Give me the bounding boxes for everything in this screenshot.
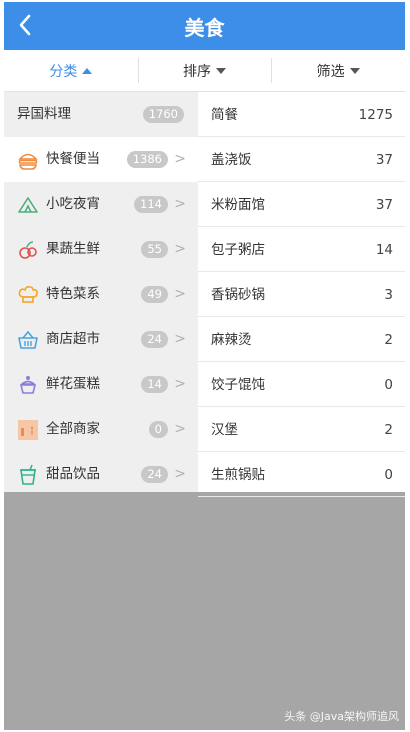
subcategory-label: 简餐: [211, 107, 238, 123]
count-badge: 14: [141, 376, 168, 393]
app-frame: 美食 分类 排序 筛选 异国料理 1760 快餐便当 1386 > 小吃夜宵 114 > 果蔬生鲜 5…: [4, 2, 405, 730]
subcategory-count: 14: [375, 242, 393, 258]
subcategory-count: 0: [384, 377, 393, 393]
caret-up-icon: [82, 67, 93, 74]
category-item[interactable]: 特色菜系 49 >: [4, 272, 198, 317]
category-label: 小吃夜宵: [46, 196, 100, 212]
subcategory-item[interactable]: 盖浇饭 37: [198, 137, 405, 182]
filter-tab-label: 筛选: [316, 63, 345, 80]
filter-tab-1[interactable]: 排序: [137, 50, 272, 91]
count-badge: 0: [148, 421, 168, 438]
caret-down-icon: [349, 67, 360, 74]
cake-icon: [17, 374, 39, 396]
subcategory-count: 1275: [358, 107, 393, 123]
chevron-right-icon: >: [174, 376, 186, 392]
category-item[interactable]: 甜品饮品 24 >: [4, 452, 198, 497]
subcategory-label: 香锅砂锅: [211, 287, 265, 303]
burger-icon: [17, 149, 39, 171]
subcategory-item[interactable]: 包子粥店 14: [198, 227, 405, 272]
subcategory-item[interactable]: 汉堡 2: [198, 407, 405, 452]
category-label: 快餐便当: [46, 151, 100, 167]
chef-hat-icon: [17, 284, 39, 306]
subcategory-count: 2: [384, 422, 393, 438]
subcategory-label: 盖浇饭: [211, 152, 252, 168]
subcategory-count: 37: [375, 152, 393, 168]
basket-icon: [17, 329, 39, 351]
count-badge: 1760: [142, 106, 184, 123]
count-badge: 24: [141, 331, 168, 348]
subcategory-count: 3: [384, 287, 393, 303]
watermark: 头条 @Java架构师追风: [284, 710, 399, 723]
chevron-right-icon: >: [174, 241, 186, 257]
category-label: 全部商家: [46, 421, 100, 437]
category-item[interactable]: 快餐便当 1386 >: [4, 137, 198, 182]
subcategory-count: 0: [384, 467, 393, 483]
count-badge: 49: [141, 286, 168, 303]
category-label: 甜品饮品: [46, 466, 100, 482]
chevron-right-icon: >: [174, 421, 186, 437]
caret-down-icon: [216, 67, 226, 74]
subcategory-label: 米粉面馆: [211, 197, 265, 213]
chevron-right-icon: >: [174, 286, 186, 302]
store-icon: [17, 419, 39, 441]
subcategory-label: 饺子馄饨: [211, 377, 265, 393]
subcategory-item[interactable]: 生煎锅贴 0: [198, 452, 405, 497]
category-label: 特色菜系: [46, 286, 100, 302]
category-label: 异国料理: [17, 106, 71, 122]
filter-bar: 分类 排序 筛选: [4, 50, 405, 92]
subcategory-item[interactable]: 简餐 1275: [198, 92, 405, 137]
subcategory-label: 生煎锅贴: [211, 467, 265, 483]
category-item[interactable]: 全部商家 0 >: [4, 407, 198, 452]
filter-tab-label: 排序: [183, 63, 211, 80]
count-badge: 1386: [126, 151, 168, 168]
subcategory-count: 2: [384, 332, 393, 348]
category-item[interactable]: 果蔬生鲜 55 >: [4, 227, 198, 272]
subcategory-label: 汉堡: [211, 422, 238, 438]
subcategory-list: 简餐 1275 盖浇饭 37 米粉面馆 37 包子粥店 14 香锅砂锅 3 麻辣烫 2 饺子馄饨 0 汉堡 2…: [198, 92, 405, 497]
subcategory-item[interactable]: 香锅砂锅 3: [198, 272, 405, 317]
count-badge: 114: [134, 196, 168, 213]
category-label: 果蔬生鲜: [46, 241, 100, 257]
category-item[interactable]: 鲜花蛋糕 14 >: [4, 362, 198, 407]
subcategory-item[interactable]: 麻辣烫 2: [198, 317, 405, 362]
drink-icon: [17, 464, 39, 486]
category-label: 鲜花蛋糕: [46, 376, 100, 392]
category-item[interactable]: 异国料理 1760: [4, 92, 198, 137]
fruit-icon: [17, 239, 39, 261]
tent-icon: [17, 194, 39, 216]
count-badge: 24: [141, 466, 168, 483]
chevron-right-icon: >: [174, 151, 186, 167]
filter-tab-0[interactable]: 分类: [4, 50, 138, 91]
subcategory-item[interactable]: 米粉面馆 37: [198, 182, 405, 227]
chevron-right-icon: >: [174, 466, 186, 482]
chevron-right-icon: >: [174, 196, 186, 212]
header: 美食: [4, 2, 405, 50]
subcategory-count: 37: [375, 197, 393, 213]
subcategory-label: 包子粥店: [211, 242, 265, 258]
subcategory-item[interactable]: 饺子馄饨 0: [198, 362, 405, 407]
category-label: 商店超市: [46, 331, 100, 347]
category-list: 异国料理 1760 快餐便当 1386 > 小吃夜宵 114 > 果蔬生鲜 55 > 特色菜系 49 > 商…: [4, 92, 198, 492]
category-item[interactable]: 小吃夜宵 114 >: [4, 182, 198, 227]
category-item[interactable]: 商店超市 24 >: [4, 317, 198, 362]
count-badge: 55: [141, 241, 168, 258]
filter-tab-label: 分类: [49, 63, 78, 80]
page-title: 美食: [184, 16, 225, 40]
chevron-right-icon: >: [174, 331, 186, 347]
subcategory-label: 麻辣烫: [211, 332, 252, 348]
filter-tab-2[interactable]: 筛选: [271, 50, 405, 91]
